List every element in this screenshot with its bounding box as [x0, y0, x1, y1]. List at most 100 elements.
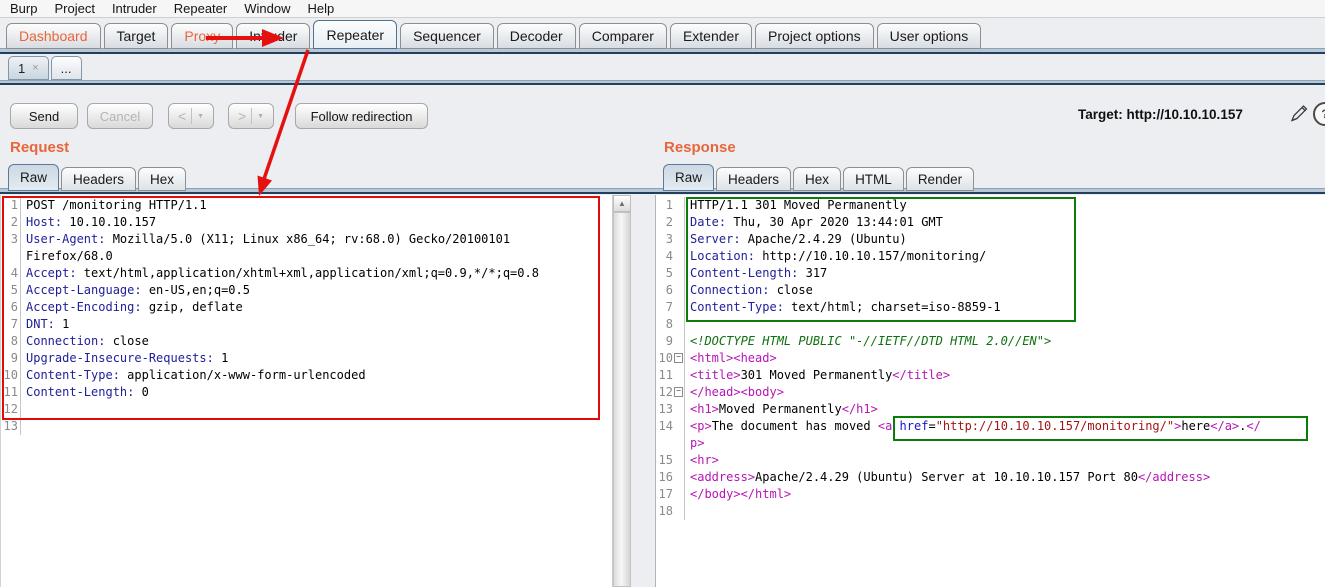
line-number-gutter: 8	[1, 333, 21, 350]
line-number: 6	[11, 299, 18, 316]
code-line: 2Host: 10.10.10.157	[1, 214, 612, 231]
fold-slot: −	[673, 350, 683, 367]
code-text: HTTP/1.1 301 Moved Permanently	[685, 197, 907, 214]
request-scrollbar[interactable]: ▲	[612, 195, 631, 587]
line-number: 12	[656, 384, 673, 401]
line-number-gutter: 5	[656, 265, 685, 282]
menu-item-repeater[interactable]: Repeater	[174, 1, 227, 16]
fold-slot	[673, 282, 683, 299]
response-view-tab-render[interactable]: Render	[906, 167, 974, 191]
main-tab-intruder[interactable]: Intruder	[236, 23, 310, 49]
repeater-tab-[interactable]: ...	[51, 56, 82, 80]
fold-slot	[673, 214, 683, 231]
request-editor[interactable]: 1POST /monitoring HTTP/1.12Host: 10.10.1…	[0, 195, 612, 587]
previous-request-button[interactable]: < ▼	[168, 103, 214, 129]
fold-slot	[673, 367, 683, 384]
response-panel-title: Response	[664, 139, 736, 156]
code-text: Content-Type: text/html; charset=iso-885…	[685, 299, 1001, 316]
fold-slot	[673, 452, 683, 469]
main-tab-decoder[interactable]: Decoder	[497, 23, 576, 49]
help-icon[interactable]: ?	[1313, 102, 1325, 128]
response-view-tab-html[interactable]: HTML	[843, 167, 904, 191]
chevron-down-icon[interactable]: ▼	[257, 113, 264, 120]
request-view-tab-raw[interactable]: Raw	[8, 164, 59, 191]
help-question-glyph: ?	[1313, 102, 1325, 126]
line-number: 8	[656, 316, 673, 333]
close-tab-icon[interactable]: ×	[32, 62, 38, 74]
next-request-button[interactable]: > ▼	[228, 103, 274, 129]
line-number-gutter: 12−	[656, 384, 685, 401]
code-line: 5Accept-Language: en-US,en;q=0.5	[1, 282, 612, 299]
line-number-gutter: 11	[656, 367, 685, 384]
target-url-label: Target: http://10.10.10.157	[1078, 107, 1243, 122]
repeater-tab-1[interactable]: 1×	[8, 56, 49, 80]
code-text: Location: http://10.10.10.157/monitoring…	[685, 248, 986, 265]
code-text: <html><head>	[685, 350, 777, 367]
response-view-tab-headers[interactable]: Headers	[716, 167, 791, 191]
scroll-up-icon[interactable]: ▲	[613, 195, 631, 212]
line-number-gutter: 12	[1, 401, 21, 418]
code-line: 10−<html><head>	[656, 350, 1325, 367]
line-number-gutter: 10−	[656, 350, 685, 367]
code-text: POST /monitoring HTTP/1.1	[21, 197, 207, 214]
fold-slot	[673, 401, 683, 418]
cancel-button[interactable]: Cancel	[87, 103, 153, 129]
main-tab-repeater[interactable]: Repeater	[313, 20, 397, 49]
follow-redirection-button[interactable]: Follow redirection	[295, 103, 428, 129]
response-view-tab-raw[interactable]: Raw	[663, 164, 714, 191]
target-url: http://10.10.10.157	[1127, 107, 1243, 122]
main-tab-proxy[interactable]: Proxy	[171, 23, 233, 49]
line-number: 9	[656, 333, 673, 350]
fold-slot	[673, 316, 683, 333]
subtab-bar-divider	[0, 80, 1325, 85]
code-line: 3User-Agent: Mozilla/5.0 (X11; Linux x86…	[1, 231, 612, 248]
line-number-gutter: 9	[1, 350, 21, 367]
code-text: Accept-Language: en-US,en;q=0.5	[21, 282, 250, 299]
menu-item-help[interactable]: Help	[307, 1, 334, 16]
main-tab-target[interactable]: Target	[104, 23, 169, 49]
code-text: Upgrade-Insecure-Requests: 1	[21, 350, 228, 367]
chevron-down-icon[interactable]: ▼	[197, 113, 204, 120]
line-number: 8	[11, 333, 18, 350]
split-button-divider	[191, 108, 192, 124]
menu-item-intruder[interactable]: Intruder	[112, 1, 157, 16]
response-view-tab-hex[interactable]: Hex	[793, 167, 841, 191]
code-line: 12−</head><body>	[656, 384, 1325, 401]
fold-collapse-icon[interactable]: −	[674, 387, 683, 397]
response-editor[interactable]: 1HTTP/1.1 301 Moved Permanently2Date: Th…	[655, 195, 1325, 587]
line-number-gutter: 6	[1, 299, 21, 316]
code-text: </head><body>	[685, 384, 784, 401]
fold-collapse-icon[interactable]: −	[674, 353, 683, 363]
code-line: 4Accept: text/html,application/xhtml+xml…	[1, 265, 612, 282]
main-tab-project-options[interactable]: Project options	[755, 23, 874, 49]
main-tab-comparer[interactable]: Comparer	[579, 23, 667, 49]
edit-target-pencil-icon[interactable]	[1288, 103, 1309, 129]
code-line: 12	[1, 401, 612, 418]
line-number-gutter	[656, 435, 685, 452]
main-tab-user-options[interactable]: User options	[877, 23, 982, 49]
code-line: 17</body></html>	[656, 486, 1325, 503]
line-number-gutter: 8	[656, 316, 685, 333]
request-view-tab-hex[interactable]: Hex	[138, 167, 186, 191]
line-number-gutter: 4	[656, 248, 685, 265]
code-text	[21, 401, 26, 418]
main-tab-extender[interactable]: Extender	[670, 23, 752, 49]
code-text: User-Agent: Mozilla/5.0 (X11; Linux x86_…	[21, 231, 510, 248]
menu-item-window[interactable]: Window	[244, 1, 290, 16]
fold-slot	[673, 333, 683, 350]
request-view-tabs: RawHeadersHex	[8, 166, 186, 191]
main-tab-sequencer[interactable]: Sequencer	[400, 23, 494, 49]
menu-item-project[interactable]: Project	[54, 1, 94, 16]
scrollbar-thumb[interactable]	[613, 212, 631, 587]
code-line: 4Location: http://10.10.10.157/monitorin…	[656, 248, 1325, 265]
line-number-gutter: 1	[1, 197, 21, 214]
code-line: 2Date: Thu, 30 Apr 2020 13:44:01 GMT	[656, 214, 1325, 231]
menu-item-burp[interactable]: Burp	[10, 1, 37, 16]
line-number: 2	[11, 214, 18, 231]
code-text: Accept: text/html,application/xhtml+xml,…	[21, 265, 539, 282]
main-tab-dashboard[interactable]: Dashboard	[6, 23, 101, 49]
send-button[interactable]: Send	[10, 103, 78, 129]
code-text: Content-Length: 0	[21, 384, 149, 401]
request-view-tab-headers[interactable]: Headers	[61, 167, 136, 191]
line-number-gutter: 2	[656, 214, 685, 231]
